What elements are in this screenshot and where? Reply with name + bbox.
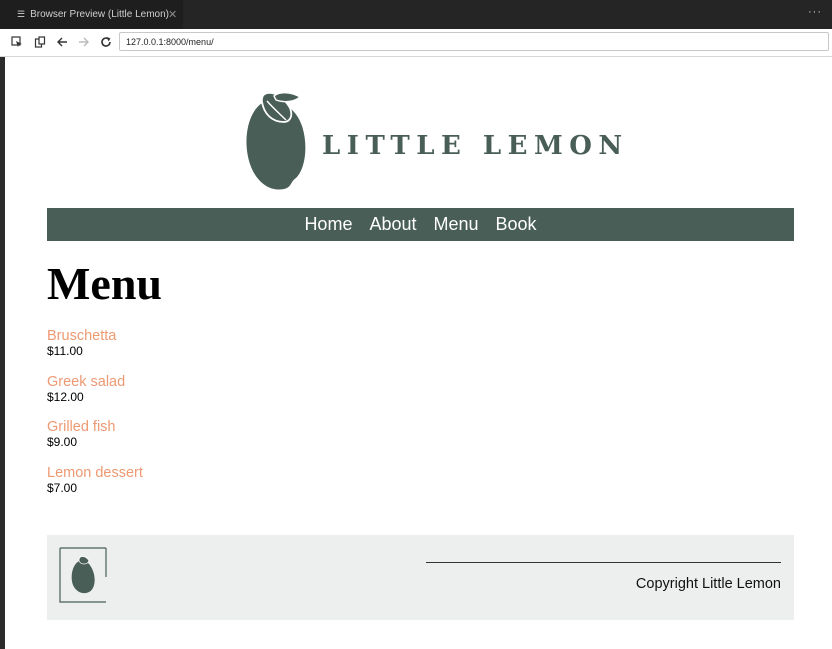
page-viewport: LITTLE LEMON Home About Menu Book Menu B… (5, 57, 832, 649)
menu-item-price: $7.00 (47, 480, 78, 495)
main-nav: Home About Menu Book (47, 208, 794, 241)
tab-title: Browser Preview (Little Lemon) (30, 9, 170, 20)
menu-item-price: $12.00 (47, 389, 84, 404)
footer-lemon-logo-icon (59, 547, 107, 603)
menu-item: Bruschetta $11.00 (47, 327, 143, 373)
device-toggle-icon[interactable] (32, 34, 48, 50)
back-arrow-icon[interactable] (54, 34, 70, 50)
nav-about[interactable]: About (369, 214, 416, 235)
footer-divider (426, 562, 781, 563)
address-bar[interactable]: 127.0.0.1:8000/menu/ (119, 32, 829, 51)
site-footer: Copyright Little Lemon (47, 535, 794, 620)
forward-arrow-icon[interactable] (76, 34, 92, 50)
browser-toolbar: 127.0.0.1:8000/menu/ (0, 29, 832, 57)
browser-tab[interactable]: ☰ Browser Preview (Little Lemon) ✕ (0, 0, 183, 29)
browser-tab-bar: ☰ Browser Preview (Little Lemon) ✕ ··· (0, 0, 832, 29)
reload-icon[interactable] (98, 34, 114, 50)
menu-item: Grilled fish $9.00 (47, 418, 143, 464)
menu-item-name-link[interactable]: Lemon dessert (47, 464, 143, 482)
tab-menu-icon: ☰ (17, 9, 26, 19)
more-options-icon[interactable]: ··· (808, 6, 822, 18)
nav-book[interactable]: Book (496, 214, 537, 235)
nav-home[interactable]: Home (304, 214, 352, 235)
inspect-element-icon[interactable] (9, 34, 25, 50)
nav-menu[interactable]: Menu (434, 214, 479, 235)
menu-item-name-link[interactable]: Greek salad (47, 373, 143, 391)
copyright-text: Copyright Little Lemon (635, 576, 781, 592)
menu-item-name-link[interactable]: Grilled fish (47, 418, 143, 436)
menu-item: Greek salad $12.00 (47, 373, 143, 419)
menu-item-price: $9.00 (47, 435, 78, 450)
brand-name: LITTLE LEMON (322, 131, 629, 161)
page-title: Menu (47, 258, 162, 309)
menu-list: Bruschetta $11.00 Greek salad $12.00 Gri… (47, 327, 143, 509)
menu-item-name-link[interactable]: Bruschetta (47, 327, 143, 345)
close-tab-icon[interactable]: ✕ (168, 8, 177, 21)
menu-item: Lemon dessert $7.00 (47, 464, 143, 510)
menu-item-price: $11.00 (47, 344, 83, 358)
